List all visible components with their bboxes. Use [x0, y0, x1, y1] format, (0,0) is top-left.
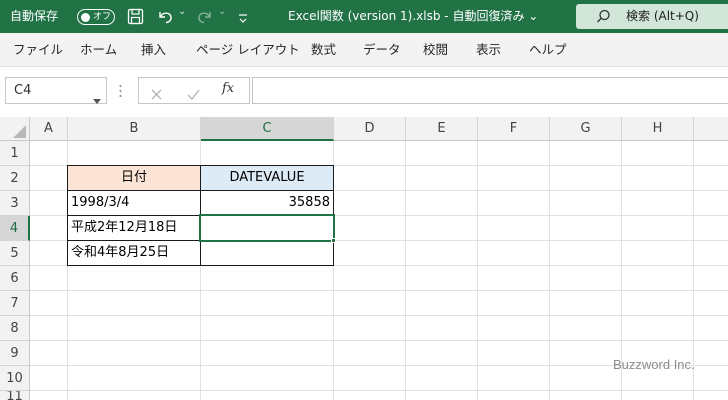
- autosave-state: オフ: [93, 12, 112, 22]
- worksheet-grid[interactable]: A B C D E F G H 1 2 3 4 5 6 7 8 9 10 11 …: [0, 117, 728, 400]
- row-header-10[interactable]: 10: [0, 366, 30, 391]
- cell-b3[interactable]: 1998/3/4: [67, 190, 201, 216]
- autosave-label: 自動保存: [10, 9, 59, 23]
- toggle-knob: [81, 12, 90, 22]
- tab-page-layout[interactable]: ページ レイアウト: [196, 33, 300, 67]
- tab-home[interactable]: ホーム: [80, 33, 117, 67]
- col-header-c[interactable]: C: [201, 117, 334, 141]
- fill-handle[interactable]: [331, 238, 336, 243]
- gridline: [549, 141, 550, 400]
- row-header-6[interactable]: 6: [0, 266, 30, 291]
- cell-b2[interactable]: 日付: [67, 165, 201, 191]
- formula-bar: C4 fx: [0, 67, 728, 117]
- col-header-e[interactable]: E: [406, 117, 478, 141]
- cell-b5[interactable]: 令和4年8月25日: [67, 240, 201, 266]
- ribbon-tabs: ファイル ホーム 挿入 ページ レイアウト 数式 データ 校閲 表示 ヘルプ: [0, 33, 728, 67]
- tab-insert[interactable]: 挿入: [141, 33, 166, 67]
- gridline: [30, 390, 728, 391]
- cell-c2[interactable]: DATEVALUE: [200, 165, 334, 191]
- autosave-toggle[interactable]: オフ: [77, 9, 115, 25]
- redo-dropdown-icon[interactable]: ⌄: [218, 6, 226, 17]
- redo-icon[interactable]: [196, 8, 214, 29]
- name-box-dropdown-icon[interactable]: [93, 88, 101, 113]
- insert-function-icon[interactable]: fx: [222, 81, 234, 96]
- customize-qat-icon[interactable]: [238, 10, 248, 29]
- name-box-value: C4: [14, 83, 32, 98]
- undo-icon[interactable]: [156, 8, 174, 29]
- save-icon[interactable]: [127, 8, 144, 29]
- gridline: [405, 141, 406, 400]
- cell-c3[interactable]: 35858: [200, 190, 334, 216]
- tab-view[interactable]: 表示: [476, 33, 501, 67]
- gridline: [30, 315, 728, 316]
- tab-formulas[interactable]: 数式: [311, 33, 336, 67]
- row-header-3[interactable]: 3: [0, 191, 30, 216]
- row-header-8[interactable]: 8: [0, 316, 30, 341]
- col-header-g[interactable]: G: [550, 117, 622, 141]
- enter-icon[interactable]: [187, 85, 200, 104]
- search-box[interactable]: 検索 (Alt+Q): [576, 4, 728, 29]
- row-header-7[interactable]: 7: [0, 291, 30, 316]
- formula-bar-grip-icon: [119, 83, 122, 102]
- cancel-icon[interactable]: [151, 85, 162, 104]
- title-bar: 自動保存 オフ ⌄ ⌄ Excel関数 (version 1).xlsb - 自…: [0, 0, 728, 33]
- col-header-overflow: [694, 117, 728, 141]
- col-header-d[interactable]: D: [334, 117, 406, 141]
- select-all-corner[interactable]: [0, 117, 30, 141]
- search-icon: [596, 9, 611, 28]
- search-placeholder: 検索 (Alt+Q): [626, 9, 699, 23]
- gridline: [477, 141, 478, 400]
- gridline: [30, 340, 728, 341]
- formula-input[interactable]: [252, 77, 728, 104]
- tab-data[interactable]: データ: [363, 33, 401, 67]
- document-title[interactable]: Excel関数 (version 1).xlsb - 自動回復済み ⌄: [288, 0, 538, 33]
- row-header-9[interactable]: 9: [0, 341, 30, 366]
- formula-buttons: fx: [138, 77, 250, 104]
- tab-help[interactable]: ヘルプ: [529, 33, 567, 67]
- col-header-b[interactable]: B: [68, 117, 201, 141]
- name-box[interactable]: C4: [5, 77, 107, 104]
- cell-b4[interactable]: 平成2年12月18日: [67, 215, 201, 241]
- col-header-h[interactable]: H: [622, 117, 694, 141]
- row-header-1[interactable]: 1: [0, 141, 30, 166]
- tab-file[interactable]: ファイル: [13, 33, 63, 67]
- row-header-2[interactable]: 2: [0, 166, 30, 191]
- col-header-f[interactable]: F: [478, 117, 550, 141]
- gridline: [30, 290, 728, 291]
- tab-review[interactable]: 校閲: [423, 33, 448, 67]
- watermark: Buzzword Inc.: [613, 357, 695, 372]
- undo-dropdown-icon[interactable]: ⌄: [178, 6, 186, 17]
- active-cell-border: [199, 214, 335, 242]
- row-header-5[interactable]: 5: [0, 241, 30, 266]
- row-header-4[interactable]: 4: [0, 216, 30, 241]
- cell-c5[interactable]: [200, 240, 334, 266]
- col-header-a[interactable]: A: [30, 117, 68, 141]
- row-header-11[interactable]: 11: [0, 391, 30, 400]
